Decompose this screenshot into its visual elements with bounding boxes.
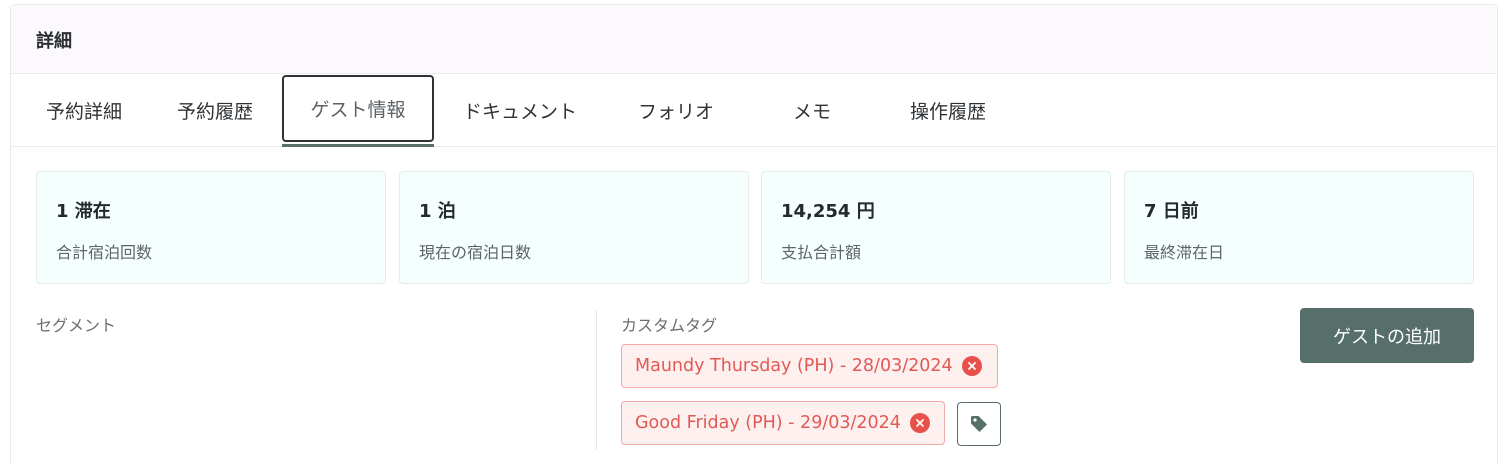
tab-folio[interactable]: フォリオ bbox=[623, 74, 729, 147]
tab-reservation-history[interactable]: 予約履歴 bbox=[161, 74, 269, 147]
stat-card-current-nights: 1 泊 現在の宿泊日数 bbox=[399, 171, 749, 284]
details-panel: 詳細 予約詳細 予約履歴 ゲスト情報 ドキュメント フォリオ メモ 操作履歴 1… bbox=[10, 4, 1498, 464]
panel-header: 詳細 bbox=[11, 5, 1497, 74]
add-guest-button[interactable]: ゲストの追加 bbox=[1300, 308, 1474, 363]
stat-card-last-stay: 7 日前 最終滞在日 bbox=[1124, 171, 1474, 284]
stat-value: 1 滞在 bbox=[56, 201, 111, 222]
tab-bar: 予約詳細 予約履歴 ゲスト情報 ドキュメント フォリオ メモ 操作履歴 bbox=[11, 74, 1497, 147]
close-circle-icon[interactable] bbox=[909, 413, 930, 433]
stat-label: 支払合計額 bbox=[781, 243, 862, 262]
tab-documents[interactable]: ドキュメント bbox=[451, 74, 589, 147]
custom-tag-text: Good Friday (PH) - 29/03/2024 bbox=[635, 413, 901, 433]
panel-title: 詳細 bbox=[36, 31, 72, 52]
close-circle-icon[interactable] bbox=[961, 356, 982, 376]
tab-operation-history[interactable]: 操作履歴 bbox=[893, 74, 1003, 147]
custom-tag-text: Maundy Thursday (PH) - 28/03/2024 bbox=[635, 356, 953, 376]
section-divider bbox=[596, 310, 597, 450]
custom-tags-label: カスタムタグ bbox=[621, 316, 718, 335]
stat-card-total-stays: 1 滞在 合計宿泊回数 bbox=[36, 171, 386, 284]
stat-value: 7 日前 bbox=[1144, 201, 1199, 222]
stat-card-total-paid: 14,254 円 支払合計額 bbox=[761, 171, 1111, 284]
tab-memo[interactable]: メモ bbox=[771, 74, 853, 147]
custom-tag: Maundy Thursday (PH) - 28/03/2024 bbox=[621, 344, 998, 388]
tab-guest-info[interactable]: ゲスト情報 bbox=[282, 75, 434, 142]
stat-value: 1 泊 bbox=[419, 201, 456, 222]
stat-label: 現在の宿泊日数 bbox=[419, 243, 532, 262]
active-tab-indicator bbox=[282, 144, 434, 147]
tab-reservation-details[interactable]: 予約詳細 bbox=[25, 74, 143, 147]
stat-label: 合計宿泊回数 bbox=[56, 243, 153, 262]
tag-icon bbox=[971, 416, 987, 432]
add-tag-button[interactable] bbox=[957, 402, 1001, 446]
stat-value: 14,254 円 bbox=[781, 201, 875, 222]
segment-label: セグメント bbox=[36, 316, 117, 335]
stat-label: 最終滞在日 bbox=[1144, 243, 1225, 262]
custom-tag: Good Friday (PH) - 29/03/2024 bbox=[621, 401, 945, 445]
